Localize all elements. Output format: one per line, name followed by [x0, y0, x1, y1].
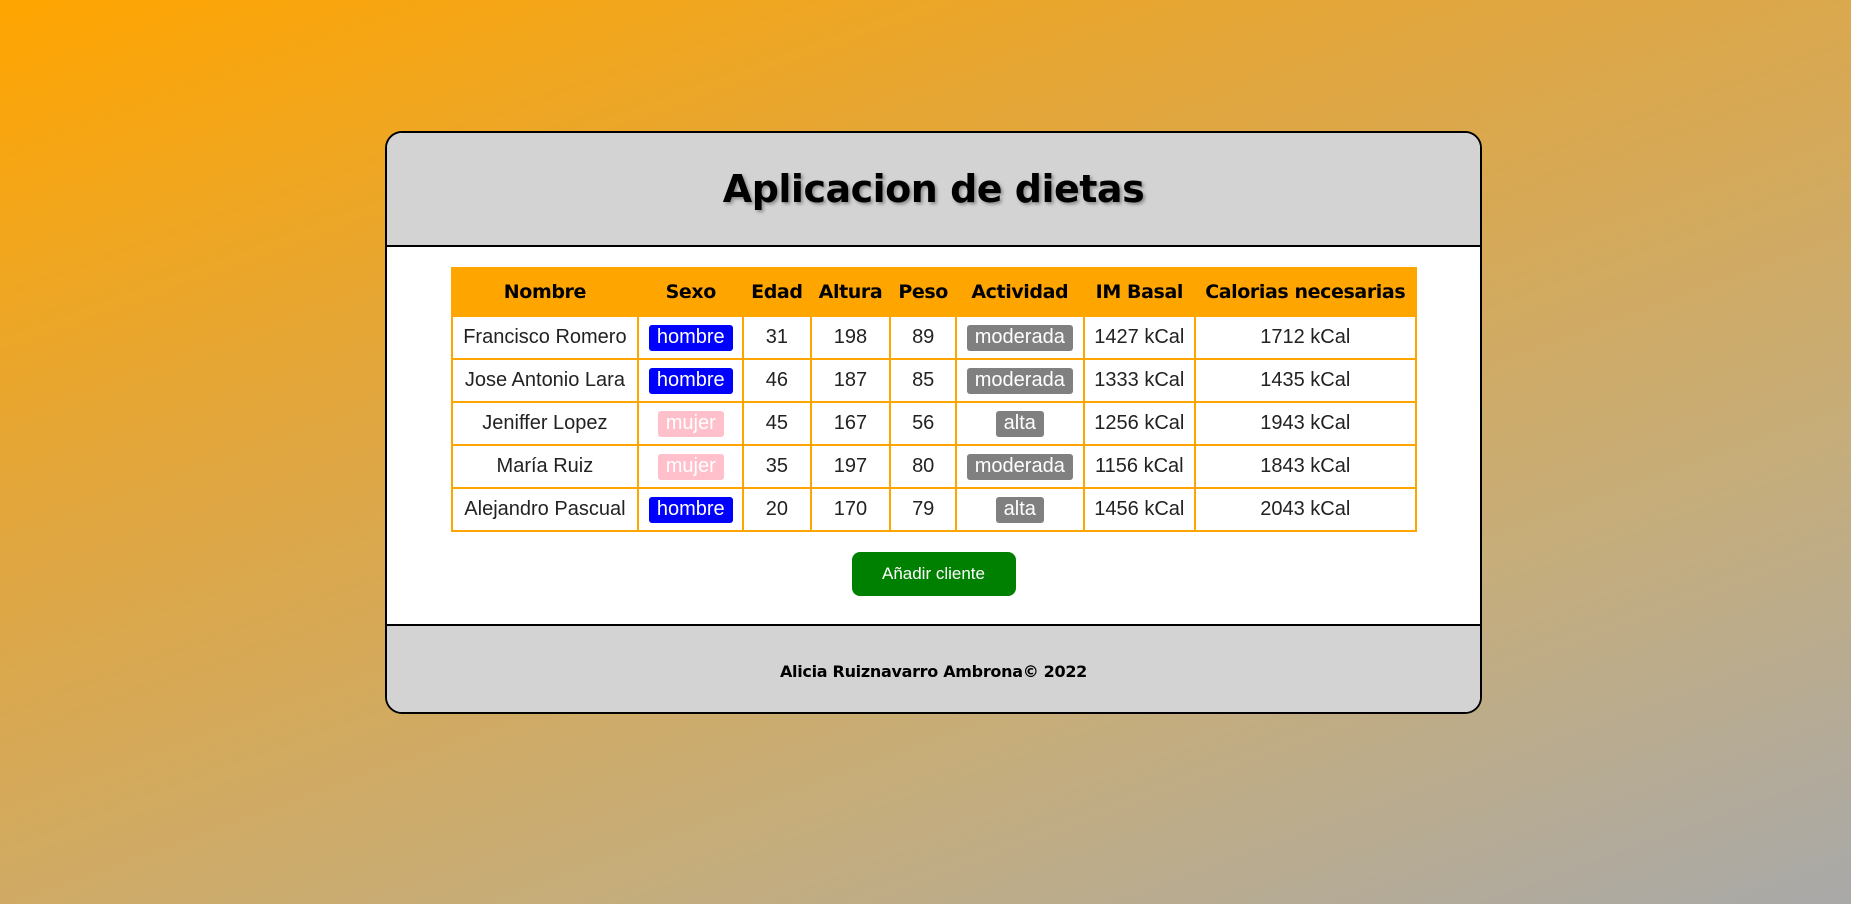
cell-sexo: mujer: [637, 444, 745, 489]
cell-peso: 80: [889, 444, 957, 489]
column-header-altura: Altura: [809, 267, 892, 317]
cell-edad: 20: [742, 487, 812, 532]
cell-nombre: Francisco Romero: [450, 315, 640, 360]
table-row: Alejandro Pascual hombre 20 170 79 alta …: [450, 487, 1417, 532]
cell-nombre: María Ruiz: [450, 444, 640, 489]
cell-im-basal: 1427 kCal: [1082, 315, 1196, 360]
app-header: Aplicacion de dietas: [387, 133, 1480, 247]
add-client-button[interactable]: Añadir cliente: [851, 552, 1016, 596]
cell-im-basal: 1333 kCal: [1082, 358, 1196, 403]
cell-im-basal: 1256 kCal: [1082, 401, 1196, 446]
cell-sexo: mujer: [637, 401, 745, 446]
table-row: Jose Antonio Lara hombre 46 187 85 moder…: [450, 358, 1417, 403]
sexo-badge: hombre: [648, 324, 733, 351]
cell-calorias: 1435 kCal: [1193, 358, 1417, 403]
table-row: Francisco Romero hombre 31 198 89 modera…: [450, 315, 1417, 360]
cell-altura: 187: [809, 358, 892, 403]
cell-peso: 56: [889, 401, 957, 446]
sexo-badge: mujer: [657, 453, 724, 480]
cell-actividad: alta: [954, 487, 1085, 532]
column-header-im-basal: IM Basal: [1082, 267, 1196, 317]
cell-peso: 85: [889, 358, 957, 403]
cell-calorias: 1712 kCal: [1193, 315, 1417, 360]
cell-im-basal: 1156 kCal: [1082, 444, 1196, 489]
cell-peso: 89: [889, 315, 957, 360]
table-header-row: Nombre Sexo Edad Altura Peso Actividad I…: [450, 267, 1417, 317]
cell-peso: 79: [889, 487, 957, 532]
column-header-sexo: Sexo: [637, 267, 745, 317]
clients-table: Nombre Sexo Edad Altura Peso Actividad I…: [450, 267, 1417, 532]
cell-edad: 46: [742, 358, 812, 403]
sexo-badge: hombre: [648, 367, 733, 394]
actividad-badge: alta: [995, 410, 1044, 437]
app-card: Aplicacion de dietas Nombre Sexo Edad Al…: [385, 131, 1482, 714]
sexo-badge: mujer: [657, 410, 724, 437]
column-header-actividad: Actividad: [954, 267, 1085, 317]
cell-altura: 198: [809, 315, 892, 360]
actividad-badge: alta: [995, 496, 1044, 523]
cell-nombre: Jeniffer Lopez: [450, 401, 640, 446]
cell-calorias: 1843 kCal: [1193, 444, 1417, 489]
table-row: Jeniffer Lopez mujer 45 167 56 alta 1256…: [450, 401, 1417, 446]
footer-copyright: Alicia Ruiznavarro Ambrona© 2022: [779, 661, 1088, 681]
cell-edad: 35: [742, 444, 812, 489]
sexo-badge: hombre: [648, 496, 733, 523]
column-header-edad: Edad: [742, 267, 812, 317]
cell-edad: 45: [742, 401, 812, 446]
column-header-nombre: Nombre: [450, 267, 640, 317]
cell-altura: 197: [809, 444, 892, 489]
cell-calorias: 2043 kCal: [1193, 487, 1417, 532]
actions-row: Añadir cliente: [387, 552, 1480, 596]
column-header-peso: Peso: [889, 267, 957, 317]
cell-altura: 170: [809, 487, 892, 532]
cell-sexo: hombre: [637, 358, 745, 403]
app-footer: Alicia Ruiznavarro Ambrona© 2022: [387, 624, 1480, 712]
table-row: María Ruiz mujer 35 197 80 moderada 1156…: [450, 444, 1417, 489]
cell-sexo: hombre: [637, 487, 745, 532]
actividad-badge: moderada: [966, 324, 1073, 351]
cell-nombre: Alejandro Pascual: [450, 487, 640, 532]
cell-actividad: alta: [954, 401, 1085, 446]
cell-actividad: moderada: [954, 358, 1085, 403]
cell-actividad: moderada: [954, 444, 1085, 489]
actividad-badge: moderada: [966, 453, 1073, 480]
cell-calorias: 1943 kCal: [1193, 401, 1417, 446]
cell-nombre: Jose Antonio Lara: [450, 358, 640, 403]
actividad-badge: moderada: [966, 367, 1073, 394]
cell-altura: 167: [809, 401, 892, 446]
page-title: Aplicacion de dietas: [722, 167, 1145, 211]
cell-sexo: hombre: [637, 315, 745, 360]
app-body: Nombre Sexo Edad Altura Peso Actividad I…: [387, 247, 1480, 624]
cell-edad: 31: [742, 315, 812, 360]
column-header-calorias: Calorias necesarias: [1193, 267, 1417, 317]
cell-actividad: moderada: [954, 315, 1085, 360]
cell-im-basal: 1456 kCal: [1082, 487, 1196, 532]
